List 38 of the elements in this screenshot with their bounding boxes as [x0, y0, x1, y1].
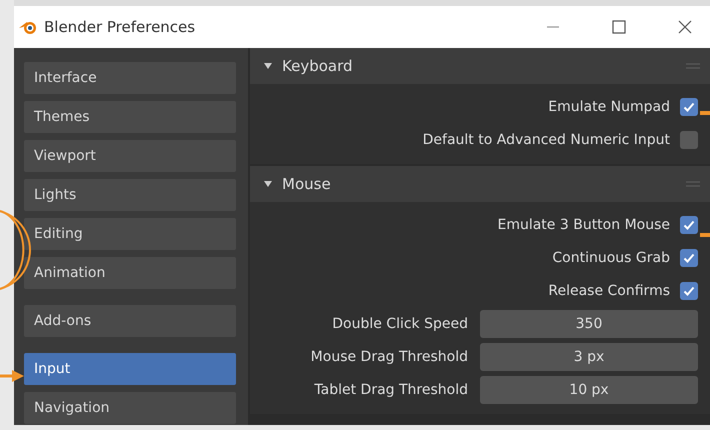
field-label: Mouse Drag Threshold — [310, 348, 469, 364]
field-label: Double Click Speed — [331, 316, 469, 332]
window-title: Blender Preferences — [44, 18, 196, 36]
maximize-icon[interactable] — [612, 20, 626, 34]
section-header[interactable]: Mouse — [250, 166, 710, 202]
checkbox-label: Emulate Numpad — [548, 98, 670, 114]
annotation-marker — [700, 111, 710, 115]
section-header[interactable]: Keyboard — [250, 48, 710, 84]
expand-triangle-icon — [264, 180, 272, 188]
checkbox-label: Default to Advanced Numeric Input — [422, 132, 670, 148]
number-field[interactable]: 10 px — [480, 376, 698, 404]
annotation-marker — [700, 233, 710, 237]
drag-handle-icon[interactable] — [686, 63, 700, 69]
sidebar-item[interactable]: Input — [24, 353, 236, 385]
checkbox-label: Release Confirms — [548, 282, 670, 298]
checkbox[interactable] — [680, 248, 698, 266]
number-field[interactable]: 350 — [480, 310, 698, 338]
sidebar-item[interactable]: Navigation — [24, 392, 236, 424]
checkbox-label: Continuous Grab — [552, 250, 670, 266]
app-logo-icon — [18, 19, 38, 35]
sidebar-item[interactable]: Editing — [24, 218, 236, 250]
sidebar-item[interactable]: Add-ons — [24, 305, 236, 337]
sidebar-item[interactable]: Lights — [24, 179, 236, 211]
sidebar-item[interactable]: Animation — [24, 257, 236, 289]
number-field[interactable]: 3 px — [480, 342, 698, 370]
expand-triangle-icon — [264, 62, 272, 70]
checkbox[interactable] — [680, 98, 698, 116]
checkbox-label: Emulate 3 Button Mouse — [497, 216, 670, 232]
sidebar-item[interactable]: Viewport — [24, 140, 236, 172]
checkbox[interactable] — [680, 282, 698, 300]
sidebar-item[interactable]: Themes — [24, 101, 236, 133]
drag-handle-icon[interactable] — [686, 181, 700, 187]
checkbox[interactable] — [680, 130, 698, 148]
annotation-arrow — [0, 369, 24, 383]
sidebar-item[interactable]: Interface — [24, 62, 236, 94]
checkbox[interactable] — [680, 216, 698, 234]
field-label: Tablet Drag Threshold — [313, 382, 469, 398]
close-icon[interactable] — [678, 20, 692, 34]
